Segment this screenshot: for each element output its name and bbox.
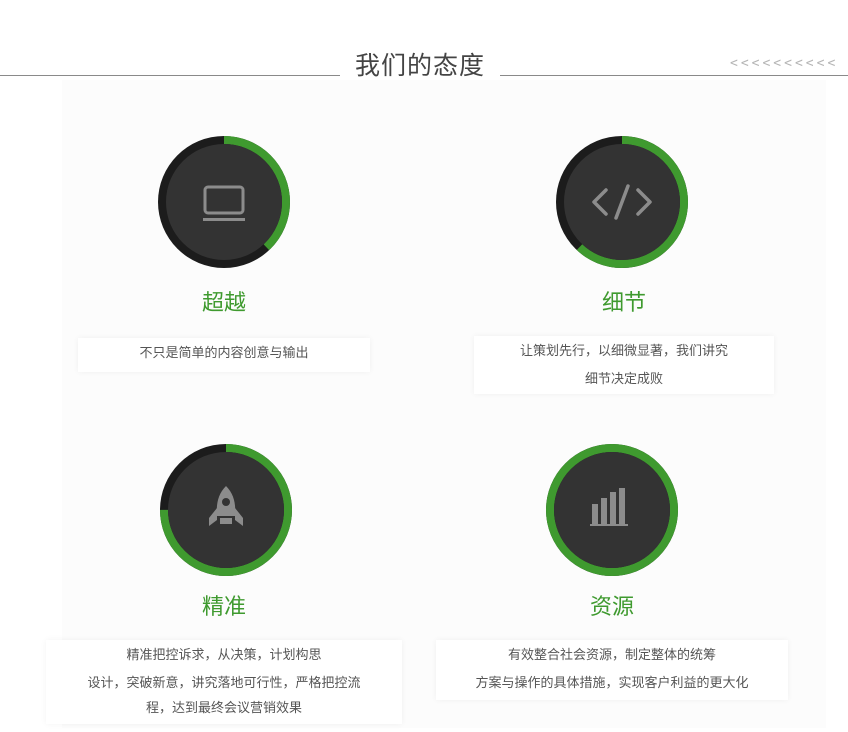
progress-ring [156, 440, 296, 580]
progress-ring [154, 132, 294, 272]
page-title: 我们的态度 [354, 51, 485, 80]
description-line: 方案与操作的具体措施，实现客户利益的更大化 [475, 676, 749, 691]
header-divider-right [500, 75, 848, 76]
description-line: 精准把控诉求，从决策，计划构思 [126, 648, 322, 663]
progress-ring [542, 440, 682, 580]
card-title: 资源 [589, 595, 634, 620]
description-line: 不只是简单的内容创意与输出 [139, 346, 309, 361]
description-line: 程，达到最终会议营销效果 [145, 701, 302, 716]
chevron-decoration: <<<<<<<<<< [730, 56, 839, 71]
card-description: 精准把控诉求，从决策，计划构思 设计，突破新意，讲究落地可行性，严格把控流 程，… [46, 640, 402, 724]
description-line: 细节决定成败 [584, 372, 663, 387]
card-title: 细节 [601, 291, 646, 316]
description-line: 设计，突破新意，讲究落地可行性，严格把控流 [87, 676, 361, 691]
card-title: 精准 [201, 595, 246, 620]
progress-ring [552, 132, 692, 272]
card-description: 让策划先行，以细微显著，我们讲究 细节决定成败 [474, 336, 774, 394]
header-divider-left [0, 75, 340, 76]
card-description: 有效整合社会资源，制定整体的统筹 方案与操作的具体措施，实现客户利益的更大化 [436, 640, 788, 700]
description-line: 有效整合社会资源，制定整体的统筹 [507, 648, 716, 663]
card-title: 超越 [201, 291, 246, 316]
card-description: 不只是简单的内容创意与输出 [78, 338, 370, 372]
description-line: 让策划先行，以细微显著，我们讲究 [519, 344, 728, 359]
